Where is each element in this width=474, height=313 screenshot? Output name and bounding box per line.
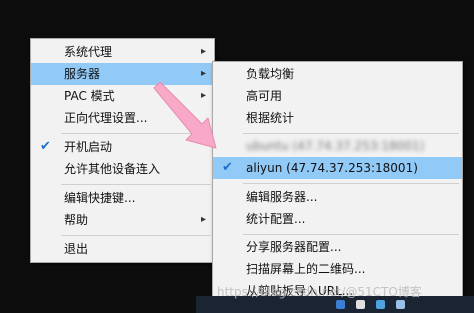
menu-item-edit-servers[interactable]: 编辑服务器... bbox=[213, 186, 462, 208]
menu-item-share-config[interactable]: 分享服务器配置... bbox=[213, 236, 462, 258]
check-icon: ✔ bbox=[222, 160, 233, 175]
menu-separator bbox=[243, 183, 459, 184]
menu-item-label: 分享服务器配置... bbox=[246, 240, 342, 254]
menu-item-high-availability[interactable]: 高可用 bbox=[213, 85, 462, 107]
menu-separator bbox=[61, 184, 211, 185]
menu-item-label: 负载均衡 bbox=[246, 67, 295, 81]
servers-submenu: 负载均衡 高可用 根据统计 ubuntu (47.74.37.253:18001… bbox=[212, 61, 463, 307]
menu-item-label: 系统代理 bbox=[64, 45, 113, 59]
menu-item-label: 允许其他设备连入 bbox=[64, 162, 161, 176]
tray-app-icon[interactable] bbox=[396, 300, 405, 309]
menu-separator bbox=[243, 234, 459, 235]
menu-item-system-proxy[interactable]: 系统代理 ▸ bbox=[31, 41, 214, 63]
tray-app-icon[interactable] bbox=[336, 300, 345, 309]
menu-item-label: 服务器 bbox=[64, 67, 101, 81]
chevron-right-icon: ▸ bbox=[200, 214, 206, 225]
menu-item-label: 退出 bbox=[64, 242, 89, 256]
menu-item-help[interactable]: 帮助 ▸ bbox=[31, 209, 214, 231]
menu-item-label: 统计配置... bbox=[246, 212, 306, 226]
menu-item-label: 编辑快捷键... bbox=[64, 191, 136, 205]
menu-item-server-aliyun[interactable]: ✔ aliyun (47.74.37.253:18001) bbox=[213, 157, 462, 179]
menu-item-label: PAC 模式 bbox=[64, 89, 115, 103]
menu-item-label: 根据统计 bbox=[246, 111, 295, 125]
menu-item-label: ubuntu (47.74.37.253:18001) bbox=[246, 139, 425, 153]
menu-item-label: aliyun (47.74.37.253:18001) bbox=[246, 161, 418, 175]
menu-item-label: 开机启动 bbox=[64, 140, 113, 154]
menu-item-label: 高可用 bbox=[246, 89, 283, 103]
check-icon: ✔ bbox=[40, 139, 51, 154]
tray-app-icon[interactable] bbox=[356, 300, 365, 309]
menu-item-label: 扫描屏幕上的二维码... bbox=[246, 262, 366, 276]
menu-item-statistics-config[interactable]: 统计配置... bbox=[213, 208, 462, 230]
chevron-right-icon: ▸ bbox=[200, 46, 206, 57]
menu-item-edit-hotkeys[interactable]: 编辑快捷键... bbox=[31, 187, 214, 209]
watermark: https://blog.csdn.net/@51CTO博客 bbox=[217, 285, 422, 299]
menu-item-quit[interactable]: 退出 bbox=[31, 238, 214, 260]
menu-item-scan-qr[interactable]: 扫描屏幕上的二维码... bbox=[213, 258, 462, 280]
menu-separator bbox=[243, 133, 459, 134]
menu-item-by-statistics[interactable]: 根据统计 bbox=[213, 107, 462, 129]
pink-arrow-icon bbox=[153, 81, 217, 149]
menu-item-label: 编辑服务器... bbox=[246, 190, 318, 204]
menu-item-label: 正向代理设置... bbox=[64, 111, 148, 125]
menu-item-load-balance[interactable]: 负载均衡 bbox=[213, 63, 462, 85]
tray-app-icon[interactable] bbox=[376, 300, 385, 309]
menu-item-allow-lan[interactable]: 允许其他设备连入 bbox=[31, 158, 214, 180]
menu-separator bbox=[61, 235, 211, 236]
menu-item-server-hidden[interactable]: ubuntu (47.74.37.253:18001) bbox=[213, 135, 462, 157]
menu-item-label: 帮助 bbox=[64, 213, 89, 227]
